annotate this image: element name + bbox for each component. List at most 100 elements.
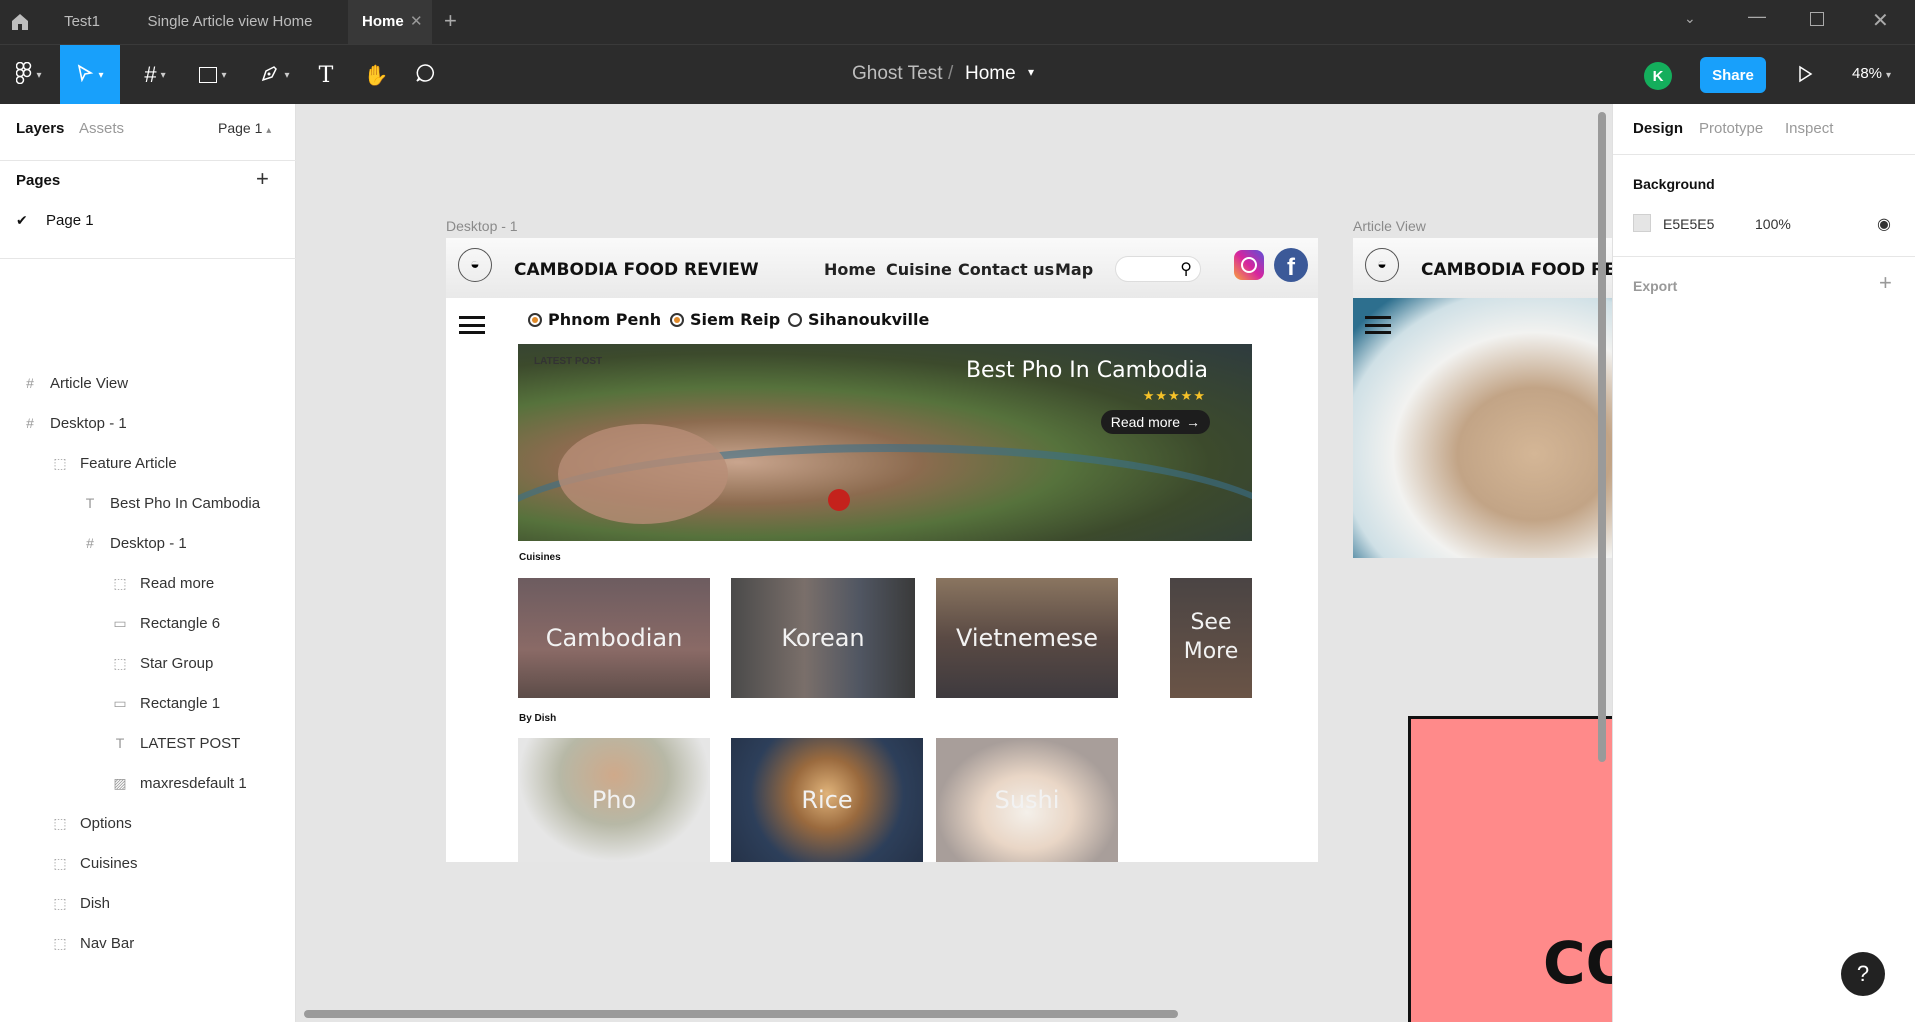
zoom-level[interactable]: 48% ▾ [1852, 65, 1891, 82]
file-tab[interactable]: Single Article view Home [132, 0, 328, 44]
layer-label: Star Group [140, 654, 214, 672]
frame-label[interactable]: Desktop - 1 [446, 218, 518, 234]
instagram-icon[interactable] [1234, 250, 1264, 280]
minimize-icon[interactable]: — [1748, 6, 1766, 27]
location-option[interactable]: Phnom Penh [528, 310, 661, 329]
avatar[interactable]: K [1644, 62, 1672, 90]
layer-label: Rectangle 6 [140, 614, 221, 632]
layer-row[interactable]: # Desktop - 1 [0, 404, 296, 442]
text-icon: T [115, 735, 125, 751]
desktop-frame[interactable]: ◒ CAMBODIA FOOD REVIEW Home Cuisine Cont… [446, 238, 1318, 862]
search-input[interactable]: ⚲ [1115, 256, 1201, 282]
layer-row[interactable]: # Article View [0, 364, 296, 402]
tab-prototype[interactable]: Prototype [1699, 120, 1763, 137]
file-tab-active[interactable]: Home ✕ [348, 0, 432, 44]
dish-heading: By Dish [519, 713, 557, 724]
layer-row[interactable]: T Best Pho In Cambodia [0, 484, 296, 522]
search-icon: ⚲ [1180, 261, 1192, 278]
shape-tool-button[interactable]: ▾ [190, 45, 236, 105]
cuisine-tile[interactable]: Cambodian [518, 578, 710, 698]
frame-label[interactable]: Article View [1353, 218, 1426, 234]
location-option[interactable]: Sihanoukville [788, 310, 929, 329]
tab-layers[interactable]: Layers [16, 120, 64, 137]
text-tool-button[interactable]: T [312, 45, 340, 105]
cuisine-tile[interactable]: Vietnemese [936, 578, 1118, 698]
dish-tile[interactable]: Pho [518, 738, 710, 862]
present-icon[interactable] [1797, 65, 1813, 88]
layer-label: Article View [50, 374, 129, 392]
layer-row[interactable]: T LATEST POST [0, 724, 296, 762]
toolbar: ▾ ▾ # ▾ ▾ ▾ T ✋ Ghost Test / Home ▾ K Sha… [0, 44, 1915, 105]
nav-contact[interactable]: Contact us [958, 260, 1054, 279]
rectangle-icon [199, 67, 218, 83]
pink-block[interactable]: CO [1408, 716, 1612, 1022]
article-view-frame[interactable]: ◒ CAMBODIA FOOD REVIE [1353, 238, 1612, 558]
canvas[interactable]: Desktop - 1 Article View ◒ CAMBODIA FOOD… [296, 104, 1612, 1022]
help-button[interactable]: ? [1841, 952, 1885, 996]
horizontal-scrollbar[interactable] [304, 1010, 1178, 1018]
nav-home[interactable]: Home [824, 260, 876, 279]
group-icon: ⬚ [113, 574, 127, 591]
facebook-icon[interactable]: f [1274, 248, 1308, 282]
hamburger-menu-icon[interactable] [1365, 316, 1391, 334]
page-item[interactable]: Page 1 [46, 212, 94, 229]
breadcrumb-project[interactable]: Ghost Test [852, 63, 942, 85]
article-hero-image [1353, 298, 1612, 558]
layer-row[interactable]: ▨ maxresdefault 1 [0, 764, 296, 802]
layer-row[interactable]: # Desktop - 1 [0, 524, 296, 562]
hand-tool-button[interactable]: ✋ [360, 45, 392, 105]
layer-row[interactable]: ⬚ Options [0, 804, 296, 842]
nav-map[interactable]: Map [1055, 260, 1093, 279]
read-more-button[interactable]: Read more → [1100, 410, 1210, 434]
frame-tool-button[interactable]: # ▾ [132, 45, 178, 105]
layer-row[interactable]: ⬚ Nav Bar [0, 924, 296, 962]
layer-row[interactable]: ▭ Rectangle 6 [0, 604, 296, 642]
pen-icon [260, 63, 280, 88]
eye-icon[interactable]: ◉ [1877, 214, 1891, 234]
layer-row[interactable]: ⬚ Read more [0, 564, 296, 602]
feature-article[interactable]: LATEST POST Best Pho In Cambodia ★★★★★ R… [518, 344, 1252, 541]
hamburger-menu-icon[interactable] [459, 316, 485, 334]
close-icon[interactable]: ✕ [410, 0, 423, 44]
location-option[interactable]: Siem Reip [670, 310, 780, 329]
nav-cuisine[interactable]: Cuisine [886, 260, 952, 279]
move-tool-button[interactable]: ▾ [60, 45, 120, 105]
main-menu-button[interactable]: ▾ [8, 45, 50, 105]
background-swatch[interactable] [1633, 214, 1651, 232]
tab-inspect[interactable]: Inspect [1785, 120, 1833, 137]
page-select[interactable]: Page 1 ▴ [218, 120, 271, 136]
layer-label: Dish [80, 894, 111, 912]
background-opacity[interactable]: 100% [1755, 216, 1791, 232]
background-hex[interactable]: E5E5E5 [1663, 216, 1714, 232]
add-page-icon[interactable]: + [256, 166, 269, 192]
comment-tool-button[interactable] [410, 45, 440, 105]
radio-icon [670, 312, 684, 327]
chevron-down-icon[interactable]: ▾ [1028, 65, 1034, 79]
pen-tool-button[interactable]: ▾ [252, 45, 298, 105]
radio-icon [788, 312, 802, 327]
restore-icon[interactable] [1810, 12, 1824, 26]
cuisine-tile-see-more[interactable]: See More [1170, 578, 1252, 698]
home-icon[interactable] [8, 10, 32, 34]
window-close-icon[interactable]: ✕ [1872, 8, 1889, 33]
logo-icon: ◒ [458, 248, 492, 282]
add-export-icon[interactable]: + [1879, 270, 1892, 296]
layer-row[interactable]: ▭ Rectangle 1 [0, 684, 296, 722]
tab-assets[interactable]: Assets [79, 120, 124, 137]
file-tab[interactable]: Test1 [44, 0, 120, 44]
cuisine-tile[interactable]: Korean [731, 578, 915, 698]
layer-row[interactable]: ⬚ Cuisines [0, 844, 296, 882]
chevron-down-icon[interactable]: ⌄ [1684, 10, 1696, 27]
dish-tile[interactable]: Sushi [936, 738, 1118, 862]
layer-row[interactable]: ⬚ Star Group [0, 644, 296, 682]
add-tab-icon[interactable]: + [444, 8, 457, 34]
vertical-scrollbar[interactable] [1598, 112, 1606, 762]
tab-design[interactable]: Design [1633, 120, 1683, 137]
title-bar: Test1 Single Article view Home Home ✕ + … [0, 0, 1915, 44]
text-icon: T [85, 495, 95, 511]
layer-row[interactable]: ⬚ Dish [0, 884, 296, 922]
dish-tile[interactable]: Rice [731, 738, 923, 862]
breadcrumb-page[interactable]: Home [965, 63, 1016, 85]
share-button[interactable]: Share [1700, 57, 1766, 93]
layer-row[interactable]: ⬚ Feature Article [0, 444, 296, 482]
